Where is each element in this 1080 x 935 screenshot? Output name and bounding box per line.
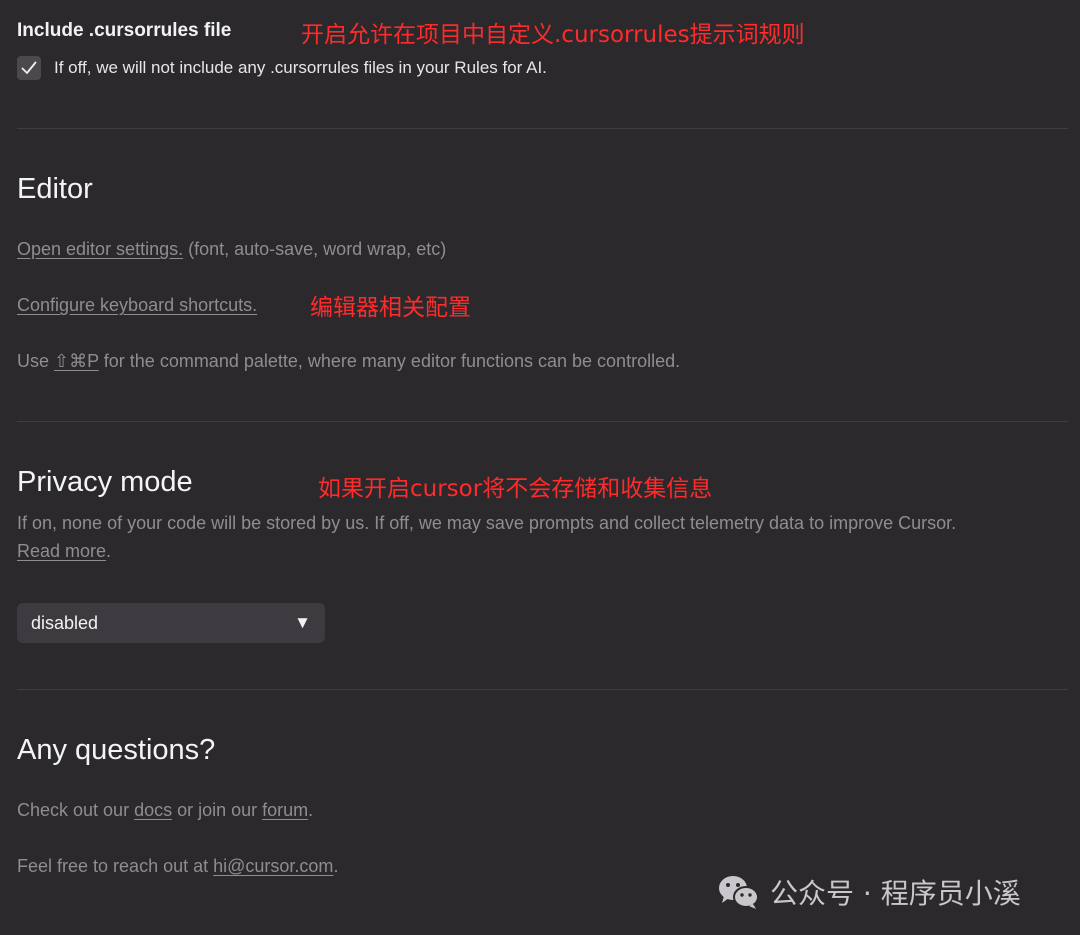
cursorrules-checkbox[interactable] xyxy=(17,56,41,80)
dropdown-arrow-icon: ▼ xyxy=(294,613,311,632)
editor-annotation: 编辑器相关配置 xyxy=(310,295,471,321)
cursorrules-setting-title: Include .cursorrules file xyxy=(17,20,232,41)
command-palette-suffix: for the command palette, where many edit… xyxy=(98,351,681,371)
divider xyxy=(17,421,1068,422)
keyboard-shortcuts-line: Configure keyboard shortcuts. xyxy=(17,295,257,316)
cursorrules-description: If off, we will not include any .cursorr… xyxy=(54,58,547,77)
open-editor-settings-link[interactable]: Open editor settings. xyxy=(17,239,183,259)
read-more-suffix: . xyxy=(106,541,112,561)
open-editor-settings-line: Open editor settings. (font, auto-save, … xyxy=(17,239,446,260)
email-suffix: . xyxy=(333,856,339,876)
wechat-icon xyxy=(719,876,759,909)
open-editor-settings-suffix: (font, auto-save, word wrap, etc) xyxy=(183,239,447,259)
email-prefix: Feel free to reach out at xyxy=(17,856,214,876)
privacy-mode-heading: Privacy mode xyxy=(17,466,193,498)
privacy-annotation: 如果开启cursor将不会存储和收集信息 xyxy=(318,476,713,502)
command-palette-line: Use ⇧⌘P for the command palette, where m… xyxy=(17,351,680,372)
privacy-description: If on, none of your code will be stored … xyxy=(17,513,957,533)
email-link[interactable]: hi@cursor.com xyxy=(213,856,333,876)
watermark: 公众号 · 程序员小溪 xyxy=(718,872,1021,912)
forum-link[interactable]: forum xyxy=(262,800,308,820)
editor-heading: Editor xyxy=(17,173,93,205)
docs-link[interactable]: docs xyxy=(134,800,172,820)
watermark-text: 公众号 · 程序员小溪 xyxy=(770,877,1021,910)
privacy-mode-select-value: disabled xyxy=(31,612,99,633)
questions-heading: Any questions? xyxy=(17,734,216,766)
cursorrules-annotation: 开启允许在项目中自定义.cursorrules提示词规则 xyxy=(301,22,805,48)
command-palette-shortcut-link[interactable]: ⇧⌘P xyxy=(54,351,99,371)
docs-middle: or join our xyxy=(172,800,263,820)
settings-page: Include .cursorrules file 开启允许在项目中自定义.cu… xyxy=(0,0,1080,935)
cursorrules-checkbox-row: If off, we will not include any .cursorr… xyxy=(17,56,547,80)
email-line: Feel free to reach out at hi@cursor.com. xyxy=(17,856,338,877)
docs-forum-line: Check out our docs or join our forum. xyxy=(17,800,313,821)
read-more-link[interactable]: Read more xyxy=(17,541,106,561)
configure-keyboard-shortcuts-link[interactable]: Configure keyboard shortcuts. xyxy=(17,295,257,315)
read-more-line: Read more. xyxy=(17,541,111,562)
command-palette-prefix: Use xyxy=(17,351,55,371)
docs-prefix: Check out our xyxy=(17,800,135,820)
docs-suffix: . xyxy=(308,800,314,820)
privacy-mode-select[interactable]: disabled ▼ xyxy=(17,603,325,643)
checkmark-icon xyxy=(21,61,37,74)
divider xyxy=(17,689,1068,690)
divider xyxy=(17,128,1068,129)
